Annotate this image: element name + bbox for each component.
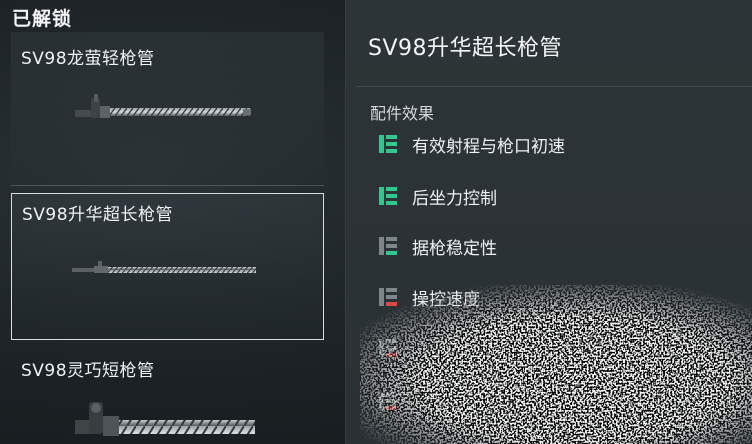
unlocked-list: 已解锁 SV98龙萤轻枪管 SV98升华超长枪管 SV98灵巧短枪管 — [0, 0, 345, 444]
list-divider — [11, 185, 324, 186]
effect-label: 据枪稳定性 — [412, 238, 497, 259]
attachment-item-longying-barrel[interactable]: SV98龙萤轻枪管 — [11, 32, 324, 184]
attachment-item-name: SV98龙萤轻枪管 — [21, 49, 155, 69]
light-barrel-image — [75, 94, 251, 118]
stat-down-icon — [379, 288, 397, 306]
effects-label: 配件效果 — [370, 104, 435, 123]
unlocked-section-title: 已解锁 — [12, 8, 73, 30]
attachment-screen: 已解锁 SV98龙萤轻枪管 SV98升华超长枪管 SV98灵巧短枪管 SV98升… — [0, 0, 752, 444]
stat-up-3-icon — [379, 135, 397, 153]
effect-row: 后坐力控制 — [378, 184, 497, 209]
attachment-item-lingqiao-short-barrel[interactable]: SV98灵巧短枪管 — [11, 348, 324, 444]
effect-label: 有效射程与枪口初速 — [412, 136, 565, 157]
stat-up-3-icon — [379, 187, 397, 205]
attachment-detail-panel: SV98升华超长枪管 配件效果 有效射程与枪口初速 后坐力控制 据枪稳定性 操控… — [345, 0, 752, 444]
stat-down-icon — [379, 339, 397, 357]
effect-row — [378, 336, 412, 360]
effect-label: 后坐力控制 — [412, 188, 497, 209]
effect-label: 操控速度 — [412, 289, 480, 310]
effect-row: 操控速度 — [378, 285, 480, 310]
short-barrel-image — [75, 402, 255, 436]
attachment-item-name: SV98灵巧短枪管 — [21, 361, 155, 381]
stat-up-1-icon — [379, 237, 397, 255]
effect-row — [378, 389, 412, 413]
attachment-item-shenghua-long-barrel[interactable]: SV98升华超长枪管 — [11, 193, 324, 340]
effect-row: 据枪稳定性 — [378, 234, 497, 259]
attachment-item-name: SV98升华超长枪管 — [22, 205, 174, 225]
stat-down-icon — [379, 392, 397, 410]
long-barrel-image — [72, 261, 256, 273]
detail-divider — [356, 86, 752, 87]
effect-row: 有效射程与枪口初速 — [378, 132, 565, 157]
detail-title: SV98升华超长枪管 — [368, 36, 563, 61]
